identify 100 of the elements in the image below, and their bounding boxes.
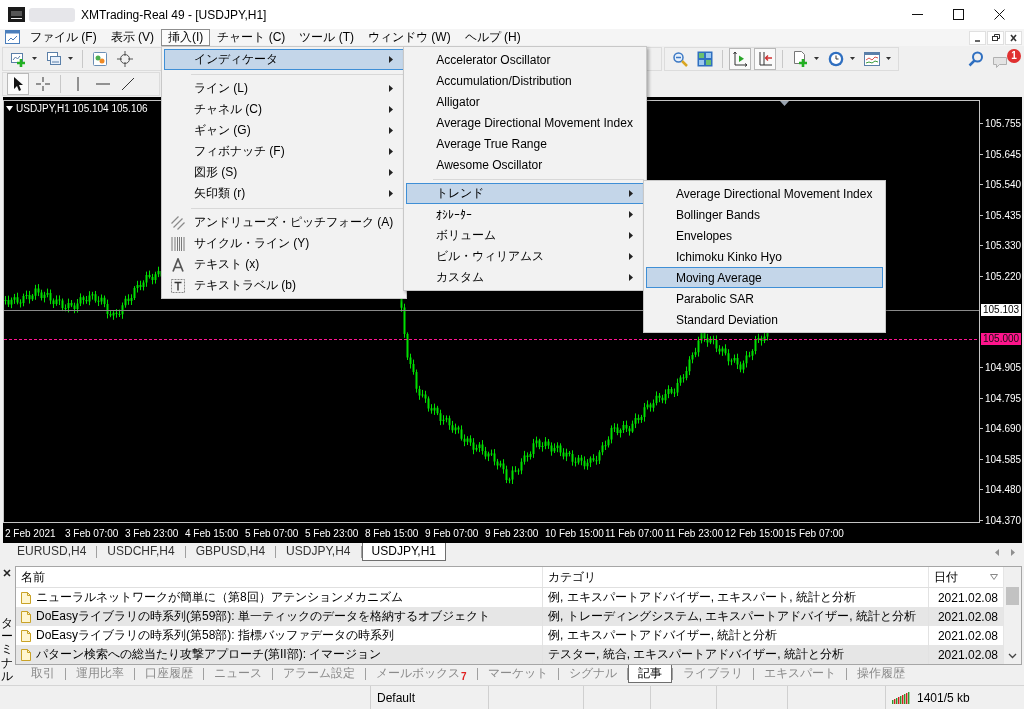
submenu-arrow-icon (628, 190, 633, 197)
menu-item[interactable]: アンドリューズ・ピッチフォーク (A) (164, 212, 405, 233)
menu-item[interactable]: Average Directional Movement Index (645, 183, 884, 204)
time-label: 3 Feb 07:00 (65, 527, 120, 539)
table-row[interactable]: パターン検索への総当たり攻撃アプローチ(第II部): イマージョン テスター, 統合, エキスパートアドバイザー, 統計と分析 2021.02.08 (16, 645, 1003, 664)
menu-item[interactable]: Parabolic SAR (645, 288, 884, 309)
menu-item[interactable]: Awesome Oscillator (406, 154, 644, 175)
menu-item[interactable]: Standard Deviation (645, 309, 884, 330)
column-header[interactable]: カテゴリ (543, 567, 929, 587)
time-label: 11 Feb 23:00 (665, 527, 725, 539)
article-title: DoEasyライブラリの時系列(第58部): 指標バッファデータの時系列 (36, 627, 395, 644)
menu-item[interactable]: Average True Range (406, 133, 644, 154)
article-category: 例, エキスパートアドバイザー, エキスパート, 統計と分析 (548, 589, 856, 606)
menu-item[interactable]: 矢印類 (r) (164, 183, 405, 204)
terminal-tab[interactable]: 記事 (627, 665, 672, 683)
menu-item[interactable]: ウィンドウ (W) (361, 29, 458, 46)
article-date: 2021.02.08 (937, 609, 998, 624)
menu-item[interactable]: インディケータ (164, 49, 405, 70)
menu-item[interactable]: ライン (L) (164, 78, 405, 99)
document-icon (21, 610, 31, 623)
scroll-right-icon[interactable] (1011, 549, 1015, 556)
article-category: 例, エキスパートアドバイザー, 統計と分析 (548, 627, 778, 644)
restore-icon[interactable] (987, 30, 1004, 45)
menu-item[interactable]: ボリューム (406, 225, 644, 246)
text-tool-icon (171, 257, 185, 272)
menu-item[interactable]: チャネル (C) (164, 99, 405, 120)
column-header[interactable]: 日付 (929, 567, 1003, 587)
menu-item[interactable]: ギャン (G) (164, 120, 405, 141)
menu-item[interactable]: Accelerator Oscillator (406, 49, 644, 70)
menu-item[interactable]: Ichimoku Kinko Hyo (645, 246, 884, 267)
submenu-arrow-icon (389, 106, 394, 113)
cursor-icon[interactable] (7, 72, 29, 95)
price-label: 105.435 (980, 209, 1022, 221)
text-label-icon (171, 278, 185, 293)
dropdown-caret-icon[interactable] (68, 57, 73, 60)
menu-item[interactable]: ファイル (F) (23, 29, 104, 46)
price-label: 104.370 (980, 514, 1022, 526)
price-label: 104.480 (980, 483, 1022, 496)
terminal-tab[interactable]: メールボックス$_{7}$ (366, 665, 477, 683)
sort-icon[interactable] (990, 574, 998, 580)
table-row[interactable]: DoEasyライブラリの時系列(第59部): 単一ティックのデータを格納するオブジェクト 例, トレーディングシステム, エキスパートアドバイザー, 統計と分析 2021.02.08 (16, 607, 1003, 626)
scroll-down-icon[interactable] (1008, 653, 1017, 659)
chart-tab[interactable]: USDJPY,H4 (276, 543, 361, 561)
menu-item[interactable]: フィボナッチ (F) (164, 141, 405, 162)
menu-item[interactable]: Accumulation/Distribution (406, 70, 644, 91)
menu-item[interactable]: Moving Average (645, 267, 884, 288)
chart-tab[interactable]: USDJPY,H1 (361, 543, 447, 561)
article-date: 2021.02.08 (937, 590, 998, 605)
time-label: 12 Feb 15:00 (725, 527, 785, 539)
menu-item[interactable]: Average Directional Movement Index (406, 112, 644, 133)
price-label: 105.645 (980, 148, 1022, 160)
menu-item[interactable]: トレンド (406, 183, 644, 204)
shift-marker-icon[interactable] (780, 101, 789, 106)
column-header[interactable]: 名前 (16, 567, 543, 587)
submenu-arrow-icon (389, 169, 394, 176)
article-category: テスター, 統合, エキスパートアドバイザー, 統計と分析 (548, 646, 844, 663)
submenu-arrow-icon (628, 274, 633, 281)
app-logo-icon (8, 7, 25, 22)
menu-item[interactable]: ｵｼﾚｰﾀｰ (406, 204, 644, 225)
dropdown-caret-icon[interactable] (850, 57, 855, 60)
pitchfork-icon (171, 215, 185, 230)
article-date: 2021.02.08 (937, 647, 998, 662)
menu-item[interactable]: テキストラベル (b) (164, 275, 405, 296)
menu-item[interactable]: ビル・ウィリアムス (406, 246, 644, 267)
menu-item[interactable]: Bollinger Bands (645, 204, 884, 225)
submenu-arrow-icon (389, 85, 394, 92)
chart-tab[interactable]: USDCHF,H4 (97, 543, 185, 561)
traffic-info: 1401/5 kb (917, 690, 970, 705)
menu-item[interactable]: テキスト (x) (164, 254, 405, 275)
maximize-icon[interactable] (953, 9, 964, 20)
document-icon (21, 591, 31, 604)
menu-item[interactable]: サイクル・ライン (Y) (164, 233, 405, 254)
menu-item[interactable]: 挿入(I) (161, 29, 211, 46)
menu-item[interactable]: カスタム (406, 267, 644, 288)
submenu-arrow-icon (628, 232, 633, 239)
submenu-arrow-icon (389, 127, 394, 134)
article-title: パターン検索への総当たり攻撃アプローチ(第II部): イマージョン (36, 646, 382, 663)
dropdown-caret-icon[interactable] (814, 57, 819, 60)
menu-item[interactable]: チャート (C) (210, 29, 293, 46)
dropdown-caret-icon[interactable] (886, 57, 891, 60)
time-label: 15 Feb 07:00 (785, 527, 845, 539)
dropdown-caret-icon[interactable] (32, 57, 37, 60)
menu-item[interactable]: Alligator (406, 91, 644, 112)
menu-item[interactable]: Envelopes (645, 225, 884, 246)
close-icon[interactable] (3, 569, 11, 577)
menu-item[interactable]: 図形 (S) (164, 162, 405, 183)
time-label: 11 Feb 07:00 (605, 527, 665, 539)
scroll-left-icon[interactable] (995, 549, 999, 556)
chart-tab[interactable]: GBPUSD,H4 (185, 543, 276, 561)
menu-item[interactable]: ツール (T) (292, 29, 361, 46)
close-icon[interactable] (994, 9, 1005, 20)
menu-item[interactable]: ヘルプ (H) (457, 29, 528, 46)
price-label: 104.585 (980, 453, 1022, 465)
menu-item[interactable]: 表示 (V) (103, 29, 161, 46)
scrollbar-thumb[interactable] (1006, 587, 1019, 605)
article-title: ニューラルネットワークが簡単に（第8回）アテンションメカニズム (36, 589, 403, 606)
submenu-arrow-icon (628, 211, 633, 218)
chart-tab[interactable]: EURUSD,H4 (7, 543, 97, 561)
down-triangle-icon[interactable] (6, 106, 13, 111)
chart-window-icon[interactable] (5, 30, 20, 44)
